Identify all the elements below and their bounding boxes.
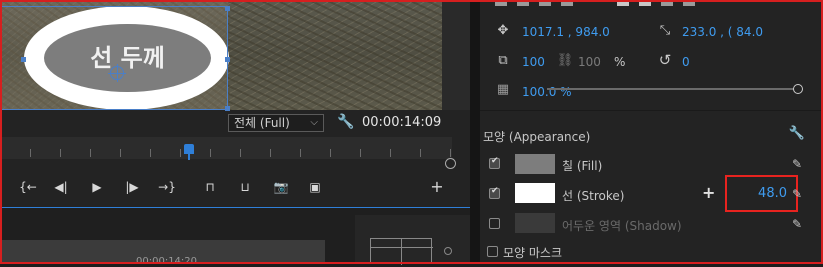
mask-checkbox[interactable]: [487, 246, 498, 257]
scale-value[interactable]: 100: [522, 55, 545, 69]
position-icon: ✥: [497, 23, 509, 38]
monitor-side-gutter: [442, 0, 470, 110]
shadow-color-swatch[interactable]: [515, 213, 555, 233]
selection-bounding-box[interactable]: [0, 6, 228, 110]
sequence-timecode: 00:00:14:20: [136, 256, 198, 267]
fill-color-swatch[interactable]: [515, 154, 555, 174]
playhead-line: [188, 154, 190, 160]
scale-width-value: 100: [578, 55, 601, 69]
settings-wrench-icon[interactable]: 🔧: [337, 114, 354, 130]
shadow-label: 어두운 영역 (Shadow): [562, 219, 682, 233]
link-icon[interactable]: ⛓: [556, 52, 574, 70]
step-back-icon[interactable]: ◀|: [50, 179, 72, 195]
shadow-checkbox[interactable]: [489, 218, 500, 229]
scale-unit: %: [614, 55, 626, 69]
align-middle-icon[interactable]: [661, 0, 673, 6]
opacity-slider-track[interactable]: [547, 88, 797, 90]
playhead-timecode[interactable]: 00:00:14:09: [362, 115, 441, 130]
fill-eyedropper-icon[interactable]: ✎: [790, 157, 804, 171]
align-left-icon[interactable]: [495, 0, 507, 6]
zoom-handle[interactable]: [445, 158, 456, 169]
mark-in-icon[interactable]: {←: [17, 179, 39, 195]
position-value[interactable]: 1017.1 , 984.0: [522, 25, 610, 39]
align-top-icon[interactable]: [561, 0, 573, 6]
rotation-icon: ↺: [658, 51, 672, 69]
anchor-point-param-icon: ⤡: [659, 23, 671, 38]
add-button-icon[interactable]: +: [426, 179, 448, 195]
mask-label: 모양 마스크: [503, 246, 563, 260]
fit-select-value: 전체 (Full): [234, 116, 290, 130]
resize-handle-right[interactable]: [225, 57, 230, 62]
stroke-eyedropper-icon[interactable]: ✎: [790, 187, 804, 201]
fill-checkbox[interactable]: [489, 156, 500, 169]
video-frame-right: [228, 0, 442, 110]
opacity-icon: ▦: [496, 82, 510, 97]
step-forward-icon[interactable]: |▶: [121, 179, 143, 195]
time-ruler-ticks: [0, 149, 452, 157]
align-center-h-icon[interactable]: [517, 0, 529, 6]
add-stroke-icon[interactable]: +: [702, 183, 715, 202]
section-separator: [480, 110, 823, 111]
stroke-label: 선 (Stroke): [562, 189, 625, 203]
mini-grid: [370, 238, 433, 265]
fill-label: 칠 (Fill): [562, 159, 603, 173]
stroke-color-swatch[interactable]: [515, 183, 555, 203]
panel-divider[interactable]: [470, 0, 480, 264]
appearance-header: 모양 (Appearance): [483, 130, 591, 144]
extract-icon[interactable]: ⊔: [234, 179, 256, 195]
resize-handle-left[interactable]: [21, 57, 26, 62]
align-bottom-icon[interactable]: [683, 0, 695, 6]
anchor-value[interactable]: 233.0 , ( 84.0: [682, 25, 763, 39]
mini-circle-icon: [444, 247, 452, 255]
compare-icon[interactable]: ▣: [304, 179, 326, 195]
appearance-wrench-icon[interactable]: 🔧: [788, 125, 806, 143]
align-controls: [495, 0, 815, 8]
stroke-checkbox[interactable]: [489, 186, 500, 199]
resize-handle-top-right[interactable]: [225, 6, 230, 11]
anchor-point-icon[interactable]: [108, 64, 126, 82]
align-right-icon[interactable]: [539, 0, 551, 6]
scale-icon: ⧉: [498, 53, 508, 68]
distribute-icon[interactable]: [617, 0, 629, 6]
play-icon[interactable]: ▶: [86, 179, 108, 195]
shadow-eyedropper-icon[interactable]: ✎: [790, 217, 804, 231]
rotation-value[interactable]: 0: [682, 55, 690, 69]
lift-icon[interactable]: ⊓: [199, 179, 221, 195]
chevron-down-icon: ⌵: [310, 117, 318, 128]
playhead-marker[interactable]: [184, 144, 194, 154]
opacity-slider-knob[interactable]: [793, 84, 803, 94]
fit-select[interactable]: 전체 (Full) ⌵: [228, 114, 324, 132]
mark-out-icon[interactable]: →}: [156, 179, 178, 195]
resize-handle-bottom-right[interactable]: [225, 106, 230, 111]
stroke-width-value[interactable]: 48.0: [725, 175, 787, 212]
camera-icon[interactable]: 📷: [270, 179, 292, 195]
distribute-v-icon[interactable]: [639, 0, 651, 6]
